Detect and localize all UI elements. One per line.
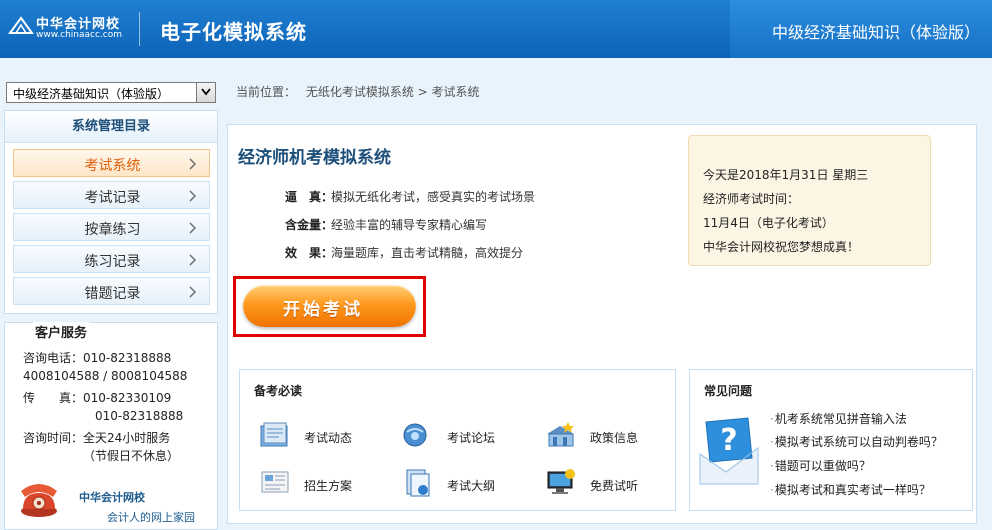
link-policy-info[interactable]: 政策信息: [544, 420, 674, 452]
feature-key: 逼 真：: [285, 190, 334, 204]
forum-icon: [403, 423, 427, 447]
faq-link-input-methods[interactable]: ·机考系统常见拼音输入法: [770, 410, 907, 427]
chevron-right-icon: [189, 254, 196, 266]
feature-key: 含金量：: [285, 218, 334, 232]
start-exam-label: 开始考试: [283, 300, 363, 320]
sidebar-item-wrong-answers[interactable]: 错题记录: [13, 277, 210, 305]
sidebar-item-label: 按章练习: [84, 222, 141, 238]
sidebar-item-chapter-practice[interactable]: 按章练习: [13, 213, 210, 241]
news-icon: [260, 422, 288, 447]
logo-icon: [8, 16, 34, 34]
bullet-icon: ·: [770, 435, 774, 449]
system-menu: 系统管理目录 考试系统 考试记录 按章练习 练习记录 错题记录: [4, 110, 218, 314]
free-trial-icon: [547, 469, 575, 494]
notice-wish: 中华会计网校祝您梦想成真！: [703, 240, 860, 254]
faq-link-text: 模拟考试和真实考试一样吗？: [774, 483, 931, 497]
policy-icon: [547, 422, 574, 447]
chevron-right-icon: [189, 190, 196, 202]
dropdown-button[interactable]: [196, 83, 215, 102]
sidebar-item-label: 考试系统: [84, 158, 141, 174]
footer-brand: 中华会计网校: [79, 491, 145, 504]
help-question-icon: ?: [699, 417, 759, 485]
feature-realism: 逼 真：模拟无纸化考试，感受真实的考试场景: [285, 188, 535, 205]
chevron-right-icon: [189, 286, 196, 298]
prep-box: 备考必读 考试动态 考试论坛 政策信息 招生方案 考试大纲 免费试听: [239, 369, 676, 511]
resource-label: 政策信息: [590, 431, 639, 445]
enrollment-icon: [261, 471, 289, 493]
faq-link-text: 机考系统常见拼音输入法: [774, 412, 907, 426]
exam-notice: 今天是2018年1月31日 星期三 经济师考试时间： 11月4日（电子化考试） …: [688, 135, 931, 266]
link-enrollment[interactable]: 招生方案: [258, 468, 388, 500]
app-header: 中华会计网校 www.chinaacc.com 电子化模拟系统 中级经济基础知识…: [0, 0, 992, 58]
service-hours: 咨询时间：全天24小时服务: [23, 431, 171, 445]
faq-link-text: 模拟考试系统可以自动判卷吗？: [774, 435, 943, 449]
service-hotline: 4008104588 / 8008104588: [23, 369, 188, 383]
course-select[interactable]: 中级经济基础知识（体验版）: [6, 82, 216, 103]
link-exam-news[interactable]: 考试动态: [258, 420, 388, 452]
chevron-right-icon: [189, 222, 196, 234]
prep-title: 备考必读: [254, 384, 303, 398]
sidebar-item-exam-system[interactable]: 考试系统: [13, 149, 210, 177]
bullet-icon: ·: [770, 483, 774, 497]
footer-slogan: 会计人的网上家园: [107, 511, 195, 524]
bullet-icon: ·: [770, 459, 774, 473]
page-title: 经济师机考模拟系统: [238, 148, 391, 168]
notice-exam-date: 11月4日（电子化考试）: [703, 216, 834, 230]
faq-link-text: 错题可以重做吗？: [774, 459, 871, 473]
feature-effect: 效 果：海量题库，直击考试精髓，高效提分: [285, 244, 523, 261]
breadcrumb-path[interactable]: 无纸化考试模拟系统 > 考试系统: [306, 85, 480, 99]
feature-text: 模拟无纸化考试，感受真实的考试场景: [331, 190, 536, 204]
service-fax: 传 真：010-82330109: [23, 391, 172, 405]
resource-label: 考试大纲: [447, 479, 496, 493]
sidebar-item-label: 练习记录: [84, 254, 141, 270]
logo-url: www.chinaacc.com: [36, 30, 122, 40]
faq-box: 常见问题 ? ·机考系统常见拼音输入法 ·模拟考试系统可以自动判卷吗？ ·错题可…: [689, 369, 973, 511]
course-select-value: 中级经济基础知识（体验版）: [13, 87, 170, 101]
sidebar-item-practice-records[interactable]: 练习记录: [13, 245, 210, 273]
logo[interactable]: 中华会计网校 www.chinaacc.com: [8, 11, 138, 47]
breadcrumb-prefix: 当前位置：: [236, 85, 297, 99]
menu-title: 系统管理目录: [5, 111, 217, 143]
system-title: 电子化模拟系统: [160, 20, 307, 44]
link-free-trial[interactable]: 免费试听: [544, 468, 674, 500]
faq-link-auto-grading[interactable]: ·模拟考试系统可以自动判卷吗？: [770, 433, 943, 450]
feature-key: 效 果：: [285, 246, 334, 260]
faq-link-redo-wrong[interactable]: ·错题可以重做吗？: [770, 457, 871, 474]
resource-label: 招生方案: [304, 479, 353, 493]
start-exam-button[interactable]: 开始考试: [243, 285, 416, 327]
syllabus-icon: [406, 469, 430, 497]
feature-text: 经验丰富的辅导专家精心编写: [331, 218, 488, 232]
resource-label: 考试论坛: [447, 431, 496, 445]
svg-text:?: ?: [720, 423, 737, 458]
notice-date: 今天是2018年1月31日 星期三: [703, 168, 869, 182]
customer-service-panel: 客户服务 咨询电话：010-82318888 4008104588 / 8008…: [4, 322, 218, 530]
service-title: 客户服务: [33, 322, 90, 341]
service-fax-alt: 010-82318888: [95, 409, 184, 423]
sidebar-item-label: 考试记录: [84, 190, 141, 206]
chevron-down-icon: [201, 88, 211, 96]
resource-label: 免费试听: [590, 479, 639, 493]
notice-exam-label: 经济师考试时间：: [703, 192, 800, 206]
link-exam-forum[interactable]: 考试论坛: [401, 420, 531, 452]
service-phone: 咨询电话：010-82318888: [23, 351, 172, 365]
faq-link-mock-vs-real[interactable]: ·模拟考试和真实考试一样吗？: [770, 481, 931, 498]
header-divider: [139, 12, 140, 46]
chevron-right-icon: [189, 158, 196, 170]
feature-quality: 含金量：经验丰富的辅导专家精心编写: [285, 216, 487, 233]
course-title: 中级经济基础知识（体验版）: [771, 23, 980, 42]
bullet-icon: ·: [770, 412, 774, 426]
sidebar-item-label: 错题记录: [84, 286, 141, 302]
feature-text: 海量题库，直击考试精髓，高效提分: [331, 246, 524, 260]
link-syllabus[interactable]: 考试大纲: [401, 468, 531, 500]
resource-label: 考试动态: [304, 431, 353, 445]
main-panel: 经济师机考模拟系统 逼 真：模拟无纸化考试，感受真实的考试场景 含金量：经验丰富…: [227, 124, 977, 524]
header-course-panel: 中级经济基础知识（体验版）: [730, 0, 992, 58]
breadcrumb: 当前位置： 无纸化考试模拟系统 > 考试系统: [236, 83, 486, 100]
sidebar-item-exam-records[interactable]: 考试记录: [13, 181, 210, 209]
faq-title: 常见问题: [704, 384, 753, 398]
service-holiday-note: （节假日不休息）: [83, 449, 180, 463]
telephone-icon: [21, 484, 57, 517]
start-button-highlight: 开始考试: [233, 276, 426, 337]
